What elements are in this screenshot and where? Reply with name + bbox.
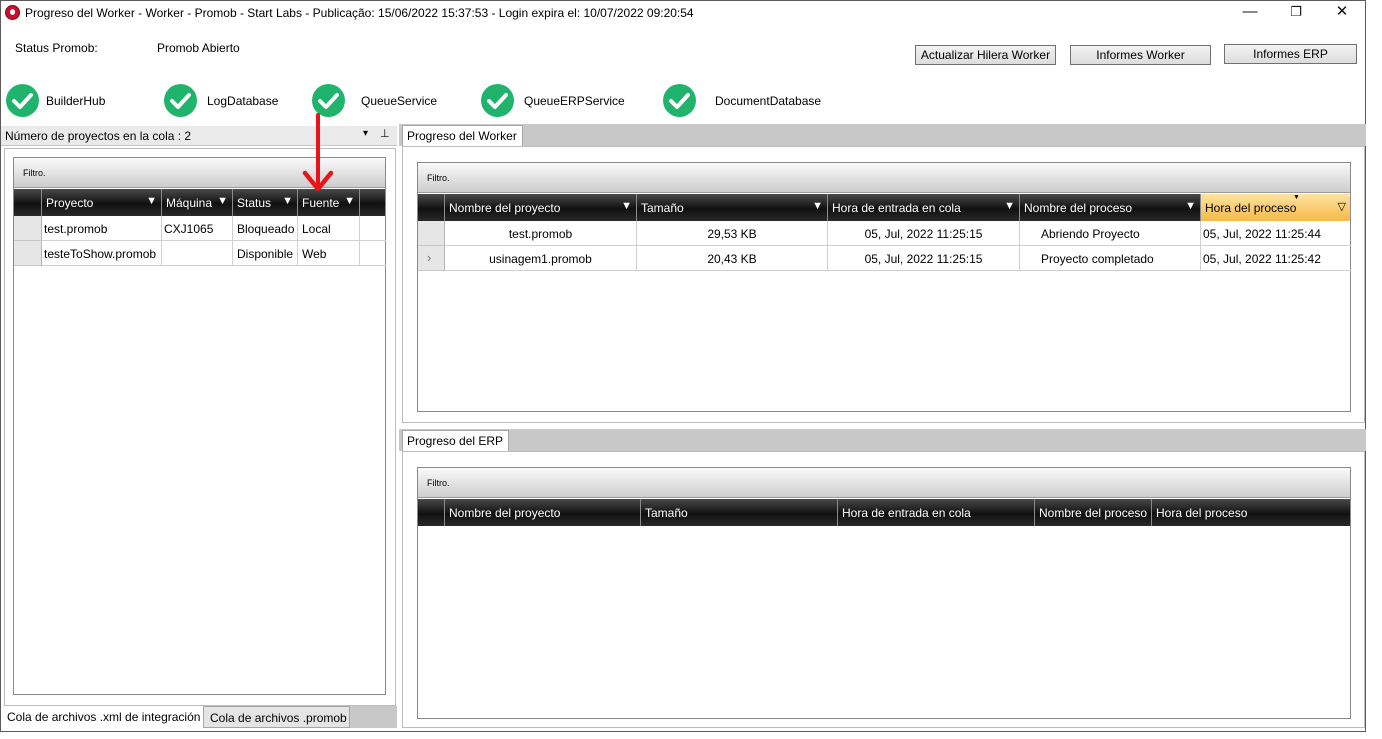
erp-grid: Filtro. Nombre del proyecto Tamaño Hora … (417, 467, 1351, 719)
cell-proyecto: test.promob (44, 222, 108, 236)
window-title: Progreso del Worker - Worker - Promob - … (25, 6, 694, 20)
close-button[interactable]: ✕ (1319, 1, 1365, 25)
worker-reports-button[interactable]: Informes Worker (1070, 45, 1211, 65)
app-window: Progreso del Worker - Worker - Promob - … (0, 0, 1366, 732)
filter-icon[interactable]: ▽ (1338, 200, 1346, 213)
column-header-maquina[interactable]: Máquina ▼ (162, 189, 233, 216)
dropdown-icon[interactable]: ▾ (363, 128, 368, 139)
table-row[interactable]: › usinagem1.promob 20,43 KB 05, Jul, 202… (418, 246, 1351, 271)
status-value: Promob Abierto (157, 41, 240, 55)
minimize-button[interactable]: — (1227, 1, 1273, 25)
service-label: BuilderHub (46, 94, 106, 108)
tab-xml-queue[interactable]: Cola de archivos .xml de integración (1, 706, 202, 728)
column-header-proyecto[interactable]: Proyecto ▼ (42, 189, 162, 216)
tab-erp-progress[interactable]: Progreso del ERP (402, 430, 510, 452)
column-header-nombre-proceso[interactable]: Nombre del proceso ▼ (1020, 194, 1201, 221)
pin-icon[interactable]: ⊥ (380, 127, 390, 140)
filter-bar[interactable]: Filtro. (418, 468, 1350, 498)
row-selector-header (14, 189, 42, 216)
cell-maquina: CXJ1065 (164, 222, 214, 236)
table-row[interactable]: test.promob CXJ1065 Bloqueado Local (14, 216, 386, 241)
column-header-status[interactable]: Status ▼ (233, 189, 298, 216)
column-header-nombre-proceso[interactable]: Nombre del proceso (1035, 499, 1152, 526)
cell-tamano: 20,43 KB (707, 252, 757, 266)
tab-worker-progress[interactable]: Progreso del Worker (402, 125, 523, 147)
table-row[interactable]: test.promob 29,53 KB 05, Jul, 2022 11:25… (418, 221, 1351, 246)
cell-entrada: 05, Jul, 2022 11:25:15 (864, 227, 983, 241)
cell-status: Disponible (237, 247, 294, 261)
annotation-arrow-icon (302, 113, 334, 192)
refresh-worker-queue-button[interactable]: Actualizar Hilera Worker (915, 45, 1056, 65)
erp-reports-button[interactable]: Informes ERP (1224, 44, 1357, 64)
title-bar: Progreso del Worker - Worker - Promob - … (1, 1, 1365, 25)
service-label: DocumentDatabase (715, 94, 822, 108)
filter-label: Filtro. (427, 173, 450, 183)
queue-grid: Filtro. Proyecto ▼ Máquina ▼ Status ▼ Fuent… (13, 157, 386, 695)
cell-proyecto: testeToShow.promob (44, 247, 157, 261)
column-header-tamano[interactable]: Tamaño ▼ (637, 194, 828, 221)
column-header-hora-entrada[interactable]: Hora de entrada en cola (838, 499, 1035, 526)
service-label: QueueService (361, 94, 438, 108)
bottom-tab-strip-fill (350, 706, 397, 728)
filter-icon[interactable]: ▼ (621, 200, 632, 212)
sort-indicator-icon: ▼ (1293, 194, 1300, 201)
filter-label: Filtro. (23, 168, 46, 178)
row-selector-header (418, 499, 445, 526)
maximize-button[interactable]: ❐ (1273, 1, 1319, 25)
worker-progress-pane: Filtro. Nombre del proyecto ▼ Tamaño ▼ Hor… (402, 146, 1365, 423)
cell-tamano: 29,53 KB (707, 227, 757, 241)
filter-icon[interactable]: ▼ (812, 200, 823, 212)
column-header-hora-proceso[interactable]: ▼ Hora del proceso ▽ (1201, 194, 1351, 221)
filter-icon[interactable]: ▼ (217, 195, 228, 207)
table-row[interactable]: testeToShow.promob Disponible Web (14, 241, 386, 266)
filter-icon[interactable]: ▼ (1004, 200, 1015, 212)
filter-icon[interactable]: ▼ (282, 195, 293, 207)
column-header-nombre-proyecto[interactable]: Nombre del proyecto ▼ (445, 194, 637, 221)
check-icon (164, 84, 197, 117)
row-selector[interactable] (14, 241, 42, 266)
status-label: Status Promob: (15, 41, 98, 55)
row-selector[interactable] (418, 221, 445, 246)
check-icon (481, 84, 514, 117)
row-selector-header (418, 194, 445, 221)
row-selector[interactable]: › (418, 246, 445, 271)
cell-hora: 05, Jul, 2022 11:25:42 (1203, 252, 1321, 266)
filter-label: Filtro. (427, 478, 450, 488)
column-header-tamano[interactable]: Tamaño (641, 499, 838, 526)
queue-panel: Filtro. Proyecto ▼ Máquina ▼ Status ▼ Fuent… (4, 148, 396, 706)
worker-grid: Filtro. Nombre del proyecto ▼ Tamaño ▼ Hor… (417, 162, 1351, 412)
column-header-hora-proceso[interactable]: Hora del proceso (1152, 499, 1351, 526)
cell-proceso: Abriendo Proyecto (1041, 227, 1140, 241)
app-logo-icon (5, 5, 20, 20)
filter-icon[interactable]: ▼ (1185, 200, 1196, 212)
cell-nombre: test.promob (508, 227, 573, 241)
cell-hora: 05, Jul, 2022 11:25:44 (1203, 227, 1321, 241)
worker-grid-header: Nombre del proyecto ▼ Tamaño ▼ Hora de ent… (418, 194, 1351, 221)
filter-icon[interactable]: ▼ (146, 195, 157, 207)
cell-entrada: 05, Jul, 2022 11:25:15 (864, 252, 983, 266)
cell-fuente: Web (302, 247, 327, 261)
erp-grid-header: Nombre del proyecto Tamaño Hora de entra… (418, 499, 1350, 526)
worker-tab-strip: Progreso del Worker (399, 124, 1366, 147)
tab-promob-queue[interactable]: Cola de archivos .promob (203, 706, 350, 728)
cell-proceso: Proyecto completado (1041, 252, 1154, 266)
cell-nombre: usinagem1.promob (489, 252, 592, 266)
check-icon (663, 84, 696, 117)
erp-progress-pane: Filtro. Nombre del proyecto Tamaño Hora … (402, 451, 1365, 728)
cell-fuente: Local (302, 222, 331, 236)
service-label: QueueERPService (524, 94, 625, 108)
column-header-nombre-proyecto[interactable]: Nombre del proyecto (445, 499, 641, 526)
filter-bar[interactable]: Filtro. (418, 163, 1350, 193)
erp-tab-strip: Progreso del ERP (399, 429, 1366, 452)
service-label: LogDatabase (207, 94, 279, 108)
column-header-hora-entrada[interactable]: Hora de entrada en cola ▼ (828, 194, 1020, 221)
queue-count-title: Número de proyectos en la cola : 2 (5, 129, 192, 143)
row-selector[interactable] (14, 216, 42, 241)
cell-status: Bloqueado (237, 222, 295, 236)
filter-icon[interactable]: ▼ (344, 195, 355, 207)
check-icon (6, 84, 39, 117)
current-row-icon: › (427, 250, 432, 265)
